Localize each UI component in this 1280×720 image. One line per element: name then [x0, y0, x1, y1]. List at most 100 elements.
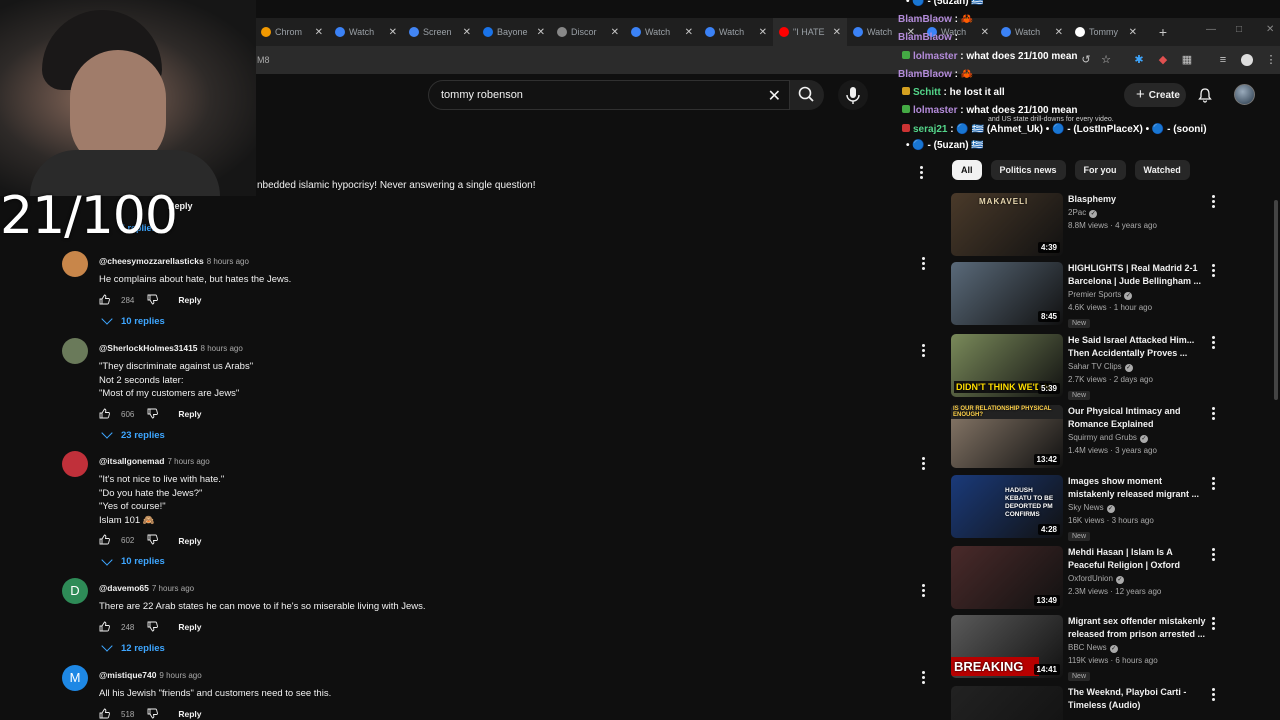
video-item[interactable]: DIDN'T THINK WE'D N 5:39 He Said Israel At…: [951, 334, 1226, 400]
like-button[interactable]: [99, 621, 112, 634]
like-button[interactable]: [99, 708, 112, 720]
browser-tab[interactable]: Discor ✕: [551, 18, 625, 46]
dislike-button[interactable]: [147, 621, 160, 634]
video-item[interactable]: HADUSH KEBATU TO BE DEPORTED PM CONFIRMS…: [951, 475, 1226, 541]
tab-close-icon[interactable]: ✕: [833, 27, 841, 38]
browser-tab[interactable]: Watch ✕: [625, 18, 699, 46]
comment-author[interactable]: @itsallgonemad: [99, 456, 164, 466]
comment-timestamp[interactable]: 8 hours ago: [201, 344, 243, 353]
comment-more-icon[interactable]: [922, 257, 926, 272]
video-thumbnail[interactable]: 8:45: [951, 262, 1063, 325]
account-avatar[interactable]: [1234, 84, 1255, 105]
video-title[interactable]: HIGHLIGHTS | Real Madrid 2-1 Barcelona |…: [1068, 262, 1208, 288]
comment-avatar[interactable]: D: [62, 578, 88, 604]
browser-tab[interactable]: Chrom ✕: [255, 18, 329, 46]
tab-close-icon[interactable]: ✕: [315, 27, 323, 38]
video-item[interactable]: IS OUR RELATIONSHIP PHYSICAL ENOUGH? 13:4…: [951, 405, 1226, 469]
comment-more-icon[interactable]: [922, 671, 926, 686]
video-channel[interactable]: Premier Sports ✓: [1068, 290, 1208, 300]
tab-close-icon[interactable]: ✕: [463, 27, 471, 38]
comment-avatar[interactable]: [62, 251, 88, 277]
clear-search-icon[interactable]: ✕: [768, 86, 781, 106]
video-channel[interactable]: Sky News ✓: [1068, 503, 1208, 513]
video-more-icon[interactable]: [1212, 477, 1215, 492]
video-thumbnail[interactable]: BREAKING 14:41: [951, 615, 1063, 678]
video-channel[interactable]: OxfordUnion ✓: [1068, 574, 1208, 584]
tab-close-icon[interactable]: ✕: [981, 27, 989, 38]
tab-close-icon[interactable]: ✕: [759, 27, 767, 38]
filter-chip[interactable]: All: [952, 160, 982, 180]
dislike-button[interactable]: [147, 294, 160, 307]
minimize-icon[interactable]: —: [1206, 24, 1216, 35]
video-title[interactable]: Blasphemy: [1068, 193, 1208, 206]
tab-close-icon[interactable]: ✕: [611, 27, 619, 38]
view-replies-toggle[interactable]: 23 replies: [99, 427, 899, 441]
voice-search-button[interactable]: [838, 80, 868, 110]
browser-tab[interactable]: Tommy ✕: [1069, 18, 1143, 46]
tab-close-icon[interactable]: ✕: [685, 27, 693, 38]
comment-timestamp[interactable]: 9 hours ago: [159, 671, 201, 680]
video-more-icon[interactable]: [1212, 195, 1215, 210]
new-tab-button[interactable]: +: [1153, 24, 1173, 40]
video-channel[interactable]: 2Pac ✓: [1068, 208, 1208, 218]
address-bar[interactable]: M8: [255, 46, 1280, 74]
search-button[interactable]: [790, 80, 824, 110]
comment-more-icon[interactable]: [922, 457, 926, 472]
browser-tab[interactable]: Screen ✕: [403, 18, 477, 46]
video-thumbnail[interactable]: MAKAVELI 4:39: [951, 193, 1063, 256]
video-more-icon[interactable]: [1212, 407, 1215, 422]
comment-more-icon[interactable]: [922, 344, 926, 359]
comment-author[interactable]: @mistique740: [99, 670, 156, 680]
comment-author[interactable]: @SherlockHolmes31415: [99, 343, 198, 353]
video-more-icon[interactable]: [1212, 688, 1215, 703]
tab-close-icon[interactable]: ✕: [389, 27, 397, 38]
media-controls-icon[interactable]: ≡: [1217, 54, 1229, 66]
comment-avatar[interactable]: [62, 338, 88, 364]
comment-avatar[interactable]: M: [62, 665, 88, 691]
view-replies-toggle[interactable]: 10 replies: [99, 313, 899, 327]
video-item[interactable]: The Weeknd, Playboi Carti - Timeless (Au…: [951, 686, 1226, 720]
video-channel[interactable]: Sahar TV Clips ✓: [1068, 362, 1208, 372]
comment-author[interactable]: @davemo65: [99, 583, 149, 593]
video-title[interactable]: Mehdi Hasan | Islam Is A Peaceful Religi…: [1068, 546, 1208, 572]
browser-tab[interactable]: Watch ✕: [329, 18, 403, 46]
extensions-puzzle-icon[interactable]: ▦: [1181, 54, 1193, 66]
like-button[interactable]: [99, 408, 112, 421]
video-title[interactable]: Images show moment mistakenly released m…: [1068, 475, 1208, 501]
video-channel[interactable]: Squirmy and Grubs ✓: [1068, 433, 1208, 443]
view-replies-toggle[interactable]: 10 replies: [99, 553, 899, 567]
reply-button[interactable]: Reply: [178, 709, 201, 719]
dislike-button[interactable]: [147, 534, 160, 547]
video-item[interactable]: 13:49 Mehdi Hasan | Islam Is A Peaceful R…: [951, 546, 1226, 610]
search-box[interactable]: tommy robenson ✕: [428, 80, 790, 110]
notifications-button[interactable]: [1197, 87, 1213, 108]
page-scrollbar[interactable]: [1274, 200, 1278, 400]
dislike-button[interactable]: [147, 708, 160, 720]
browser-tab[interactable]: "I HATE ✕: [773, 18, 847, 46]
browser-tab[interactable]: Watch ✕: [699, 18, 773, 46]
video-more-icon[interactable]: [1212, 548, 1215, 563]
dislike-button[interactable]: [147, 408, 160, 421]
comment-avatar[interactable]: [62, 451, 88, 477]
reply-button[interactable]: Reply: [178, 536, 201, 546]
video-thumbnail[interactable]: [951, 686, 1063, 720]
video-item[interactable]: 8:45 HIGHLIGHTS | Real Madrid 2-1 Barcelo…: [951, 262, 1226, 328]
browser-menu-icon[interactable]: ⋮: [1265, 54, 1277, 66]
tab-close-icon[interactable]: ✕: [537, 27, 545, 38]
tab-close-icon[interactable]: ✕: [1129, 27, 1137, 38]
extension-shield-icon[interactable]: ◆: [1157, 54, 1169, 66]
comment-timestamp[interactable]: 8 hours ago: [207, 257, 249, 266]
video-item[interactable]: MAKAVELI 4:39 Blasphemy 2Pac ✓ 8.8M views · 4…: [951, 193, 1226, 257]
reply-button[interactable]: Reply: [178, 409, 201, 419]
video-channel[interactable]: BBC News ✓: [1068, 643, 1208, 653]
profile-icon[interactable]: [1241, 54, 1253, 66]
video-item[interactable]: BREAKING 14:41 Migrant sex offender mistak…: [951, 615, 1226, 681]
video-title[interactable]: Migrant sex offender mistakenly released…: [1068, 615, 1208, 641]
video-thumbnail[interactable]: 13:49: [951, 546, 1063, 609]
comment-more-icon[interactable]: [922, 584, 926, 599]
close-window-icon[interactable]: ✕: [1266, 24, 1274, 35]
comment-timestamp[interactable]: 7 hours ago: [167, 457, 209, 466]
partial-comment-more-icon[interactable]: [920, 166, 924, 181]
comment-author[interactable]: @cheesymozzarellasticks: [99, 256, 204, 266]
maximize-icon[interactable]: □: [1236, 24, 1242, 35]
